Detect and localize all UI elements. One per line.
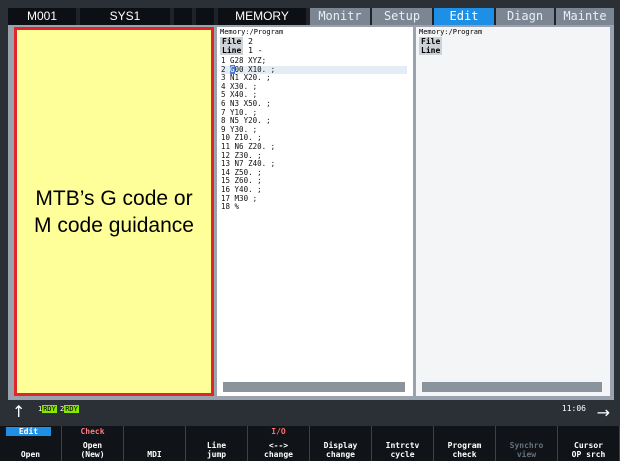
second-program-path: Memory:/Program — [419, 28, 483, 36]
second-program-pane[interactable]: Memory:/Program File Line — [416, 27, 610, 396]
softkey-label: Program check — [447, 441, 482, 459]
softkey-8[interactable]: Program check — [434, 426, 496, 461]
ready-1-text: RDY — [42, 405, 57, 413]
line-row: Line 1 - — [220, 46, 263, 55]
line-value: 1 - — [248, 46, 263, 55]
softkey-3[interactable]: MDI — [124, 426, 186, 461]
softkey-10[interactable]: Cursor OP srch — [558, 426, 620, 461]
guidance-line-2: M code guidance — [34, 213, 194, 237]
tab-diagnosis[interactable]: Diagn — [496, 8, 554, 25]
softkey-label: Display change — [323, 441, 358, 459]
program-line[interactable]: 18 % — [221, 202, 407, 212]
right-arrow-icon[interactable]: → — [597, 403, 610, 422]
ready-2-text: RDY — [64, 405, 79, 413]
softkey-5[interactable]: I/O <--> change — [248, 426, 310, 461]
file-row: File 2 — [220, 37, 253, 46]
softkey-group-label: I/O — [271, 427, 286, 436]
up-arrow-icon[interactable]: ↑ — [12, 402, 25, 421]
tab-maintenance[interactable]: Mainte — [556, 8, 614, 25]
program-path: Memory:/Program — [220, 28, 284, 36]
status-blank-1 — [174, 8, 192, 25]
softkey-2[interactable]: Check Open (New) — [62, 426, 124, 461]
program-code[interactable]: 1 G28 XYZ; 2 G00 X10. ; 3 N1 X20. ; 4 X30. … — [221, 56, 407, 212]
device-label: M001 — [8, 8, 76, 25]
tab-setup[interactable]: Setup — [372, 8, 432, 25]
second-file-label: File — [419, 37, 443, 46]
softkey-label: <--> change — [264, 441, 293, 459]
softkey-label: Open — [20, 450, 41, 459]
ready-indicator-1: 1RDY — [38, 404, 57, 414]
status-strip: ↑ 1RDY 2RDY 11:06 → — [8, 400, 614, 426]
main-area: MTB’s G code or M code guidance Memory:/… — [8, 25, 614, 400]
softkey-1[interactable]: Edit Open — [0, 426, 62, 461]
top-status-bar: M001 SYS1 MEMORY Monitr Setup Edit Diagn… — [8, 8, 614, 25]
softkey-group-label: Check — [80, 427, 105, 436]
softkey-4[interactable]: Line jump — [186, 426, 248, 461]
tab-monitor[interactable]: Monitr — [310, 8, 370, 25]
guidance-pane: MTB’s G code or M code guidance — [14, 27, 214, 396]
status-blank-2 — [196, 8, 214, 25]
softkey-bar: Edit Open Check Open (New) MDI Line jump I/O <-->… — [0, 426, 620, 461]
softkey-group-label: Edit — [6, 427, 51, 436]
program-scrollbar[interactable] — [223, 382, 405, 392]
system-label: SYS1 — [80, 8, 170, 25]
softkey-label: Cursor OP srch — [571, 441, 606, 459]
guidance-line-1: MTB’s G code or — [35, 186, 193, 210]
softkey-label: Intrctv cycle — [385, 441, 420, 459]
second-scrollbar[interactable] — [422, 382, 602, 392]
program-pane[interactable]: Memory:/Program File 2 Line 1 - 1 G28 XY… — [217, 27, 413, 396]
guidance-box: MTB’s G code or M code guidance — [14, 27, 214, 396]
program-line[interactable]: 17 M30 ; — [221, 194, 407, 204]
softkey-9[interactable]: Synchro view — [496, 426, 558, 461]
softkey-7[interactable]: Intrctv cycle — [372, 426, 434, 461]
second-file-row: File — [419, 37, 443, 46]
softkey-6[interactable]: Display change — [310, 426, 372, 461]
file-label: File — [220, 37, 244, 46]
clock: 11:06 — [561, 404, 586, 413]
mode-label: MEMORY — [218, 8, 306, 25]
softkey-label: Open (New) — [80, 441, 105, 459]
tab-edit[interactable]: Edit — [434, 8, 494, 25]
second-line-row: Line — [419, 46, 443, 55]
second-line-label: Line — [419, 46, 443, 55]
softkey-label: Line jump — [206, 441, 227, 459]
softkey-label: Synchro view — [509, 441, 544, 459]
ready-indicator-2: 2RDY — [60, 404, 79, 414]
cnc-screen: M001 SYS1 MEMORY Monitr Setup Edit Diagn… — [0, 0, 620, 461]
file-value: 2 — [248, 37, 253, 46]
line-label: Line — [220, 46, 244, 55]
softkey-label: MDI — [147, 450, 162, 459]
